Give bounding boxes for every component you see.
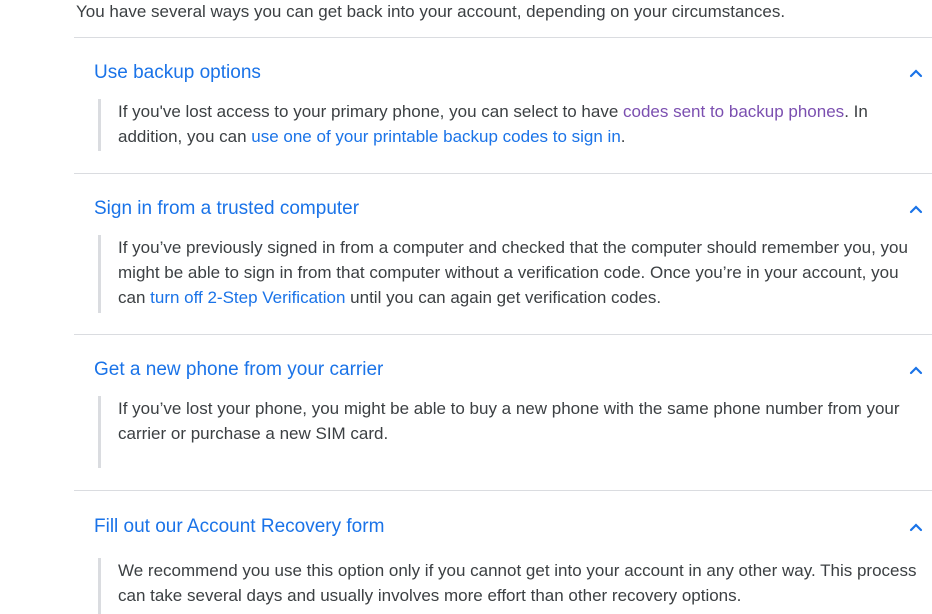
chevron-up-icon[interactable] [908,201,924,217]
body-text: . [620,127,626,146]
accordion-header-trusted-computer[interactable]: Sign in from a trusted computer [94,195,924,223]
accordion-title: Get a new phone from your carrier [94,359,384,380]
accordion-title: Fill out our Account Recovery form [94,516,385,537]
accordion-body: If you’ve lost your phone, you might be … [98,396,928,468]
chevron-up-icon[interactable] [908,362,924,378]
accordion-section-backup-options: Use backup options If you've lost access… [74,37,932,174]
body-text: If you’ve lost your phone, you might be … [118,399,900,443]
intro-text: You have several ways you can get back i… [76,2,786,21]
body-text: We recommend you use this option only if… [118,561,917,605]
accordion-header-new-phone[interactable]: Get a new phone from your carrier [94,356,924,384]
body-text: until you can again get verification cod… [345,288,662,307]
accordion-header-recovery-form[interactable]: Fill out our Account Recovery form [94,513,924,541]
chevron-up-icon[interactable] [908,65,924,81]
turn-off-2sv-link[interactable]: turn off 2-Step Verification [150,288,345,307]
chevron-up-icon[interactable] [908,519,924,535]
backup-phones-link[interactable]: codes sent to backup phones [623,102,844,121]
help-article: You have several ways you can get back i… [0,0,932,614]
backup-codes-link[interactable]: use one of your printable backup codes t… [251,127,621,146]
body-text: If you've lost access to your primary ph… [118,102,624,121]
accordion-header-backup-options[interactable]: Use backup options [94,59,924,87]
accordion-title: Use backup options [94,62,261,83]
accordion-section-recovery-form: Fill out our Account Recovery form We re… [74,490,932,614]
accordion-section-new-phone: Get a new phone from your carrier If you… [74,334,932,491]
accordion-body: If you've lost access to your primary ph… [98,99,928,151]
accordion-section-trusted-computer: Sign in from a trusted computer If you’v… [74,173,932,335]
accordion-title: Sign in from a trusted computer [94,198,360,219]
accordion-body: If you’ve previously signed in from a co… [98,235,928,313]
accordion-body: We recommend you use this option only if… [98,558,928,614]
